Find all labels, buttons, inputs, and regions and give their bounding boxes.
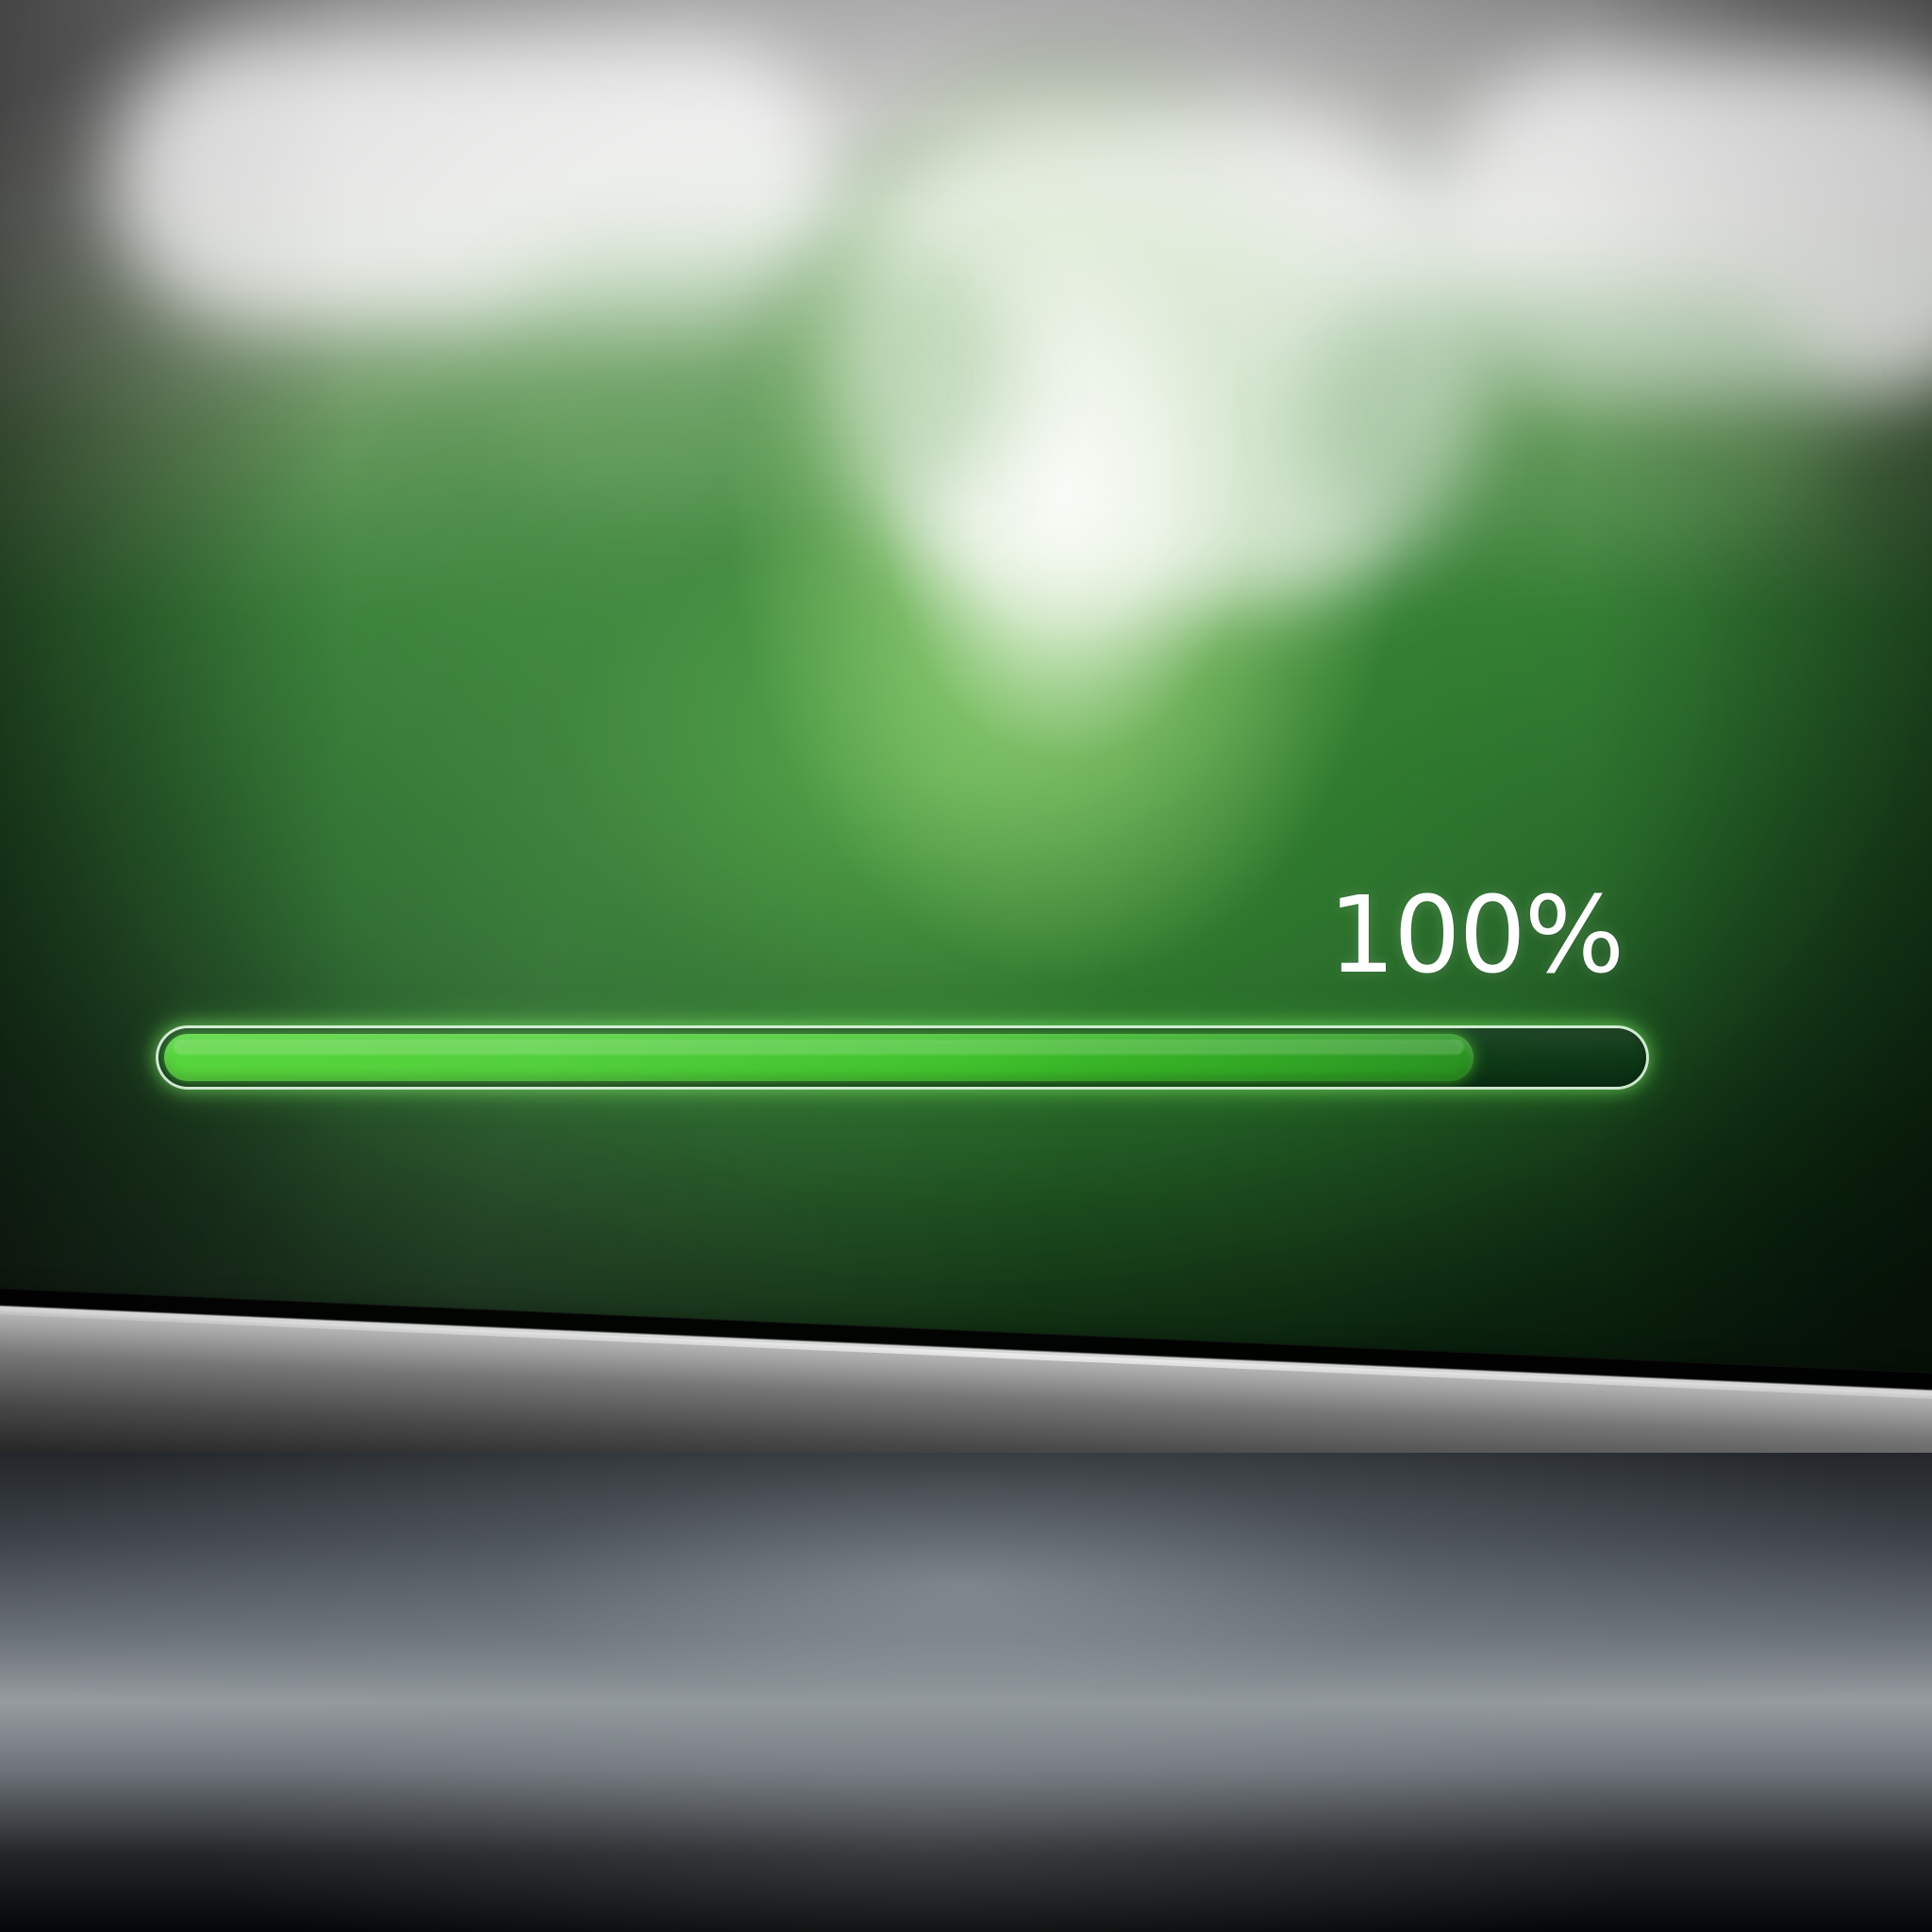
blurred-shadow [1302,292,1830,538]
progress-bar [156,1025,1649,1090]
screen: 100% [0,0,1932,1434]
progress-percentage: 100% [1328,874,1624,997]
progress-fill [164,1034,1474,1081]
device-scene: 100% [0,0,1932,1932]
blurred-shadow [491,255,1019,500]
reflective-surface [0,1453,1932,1932]
